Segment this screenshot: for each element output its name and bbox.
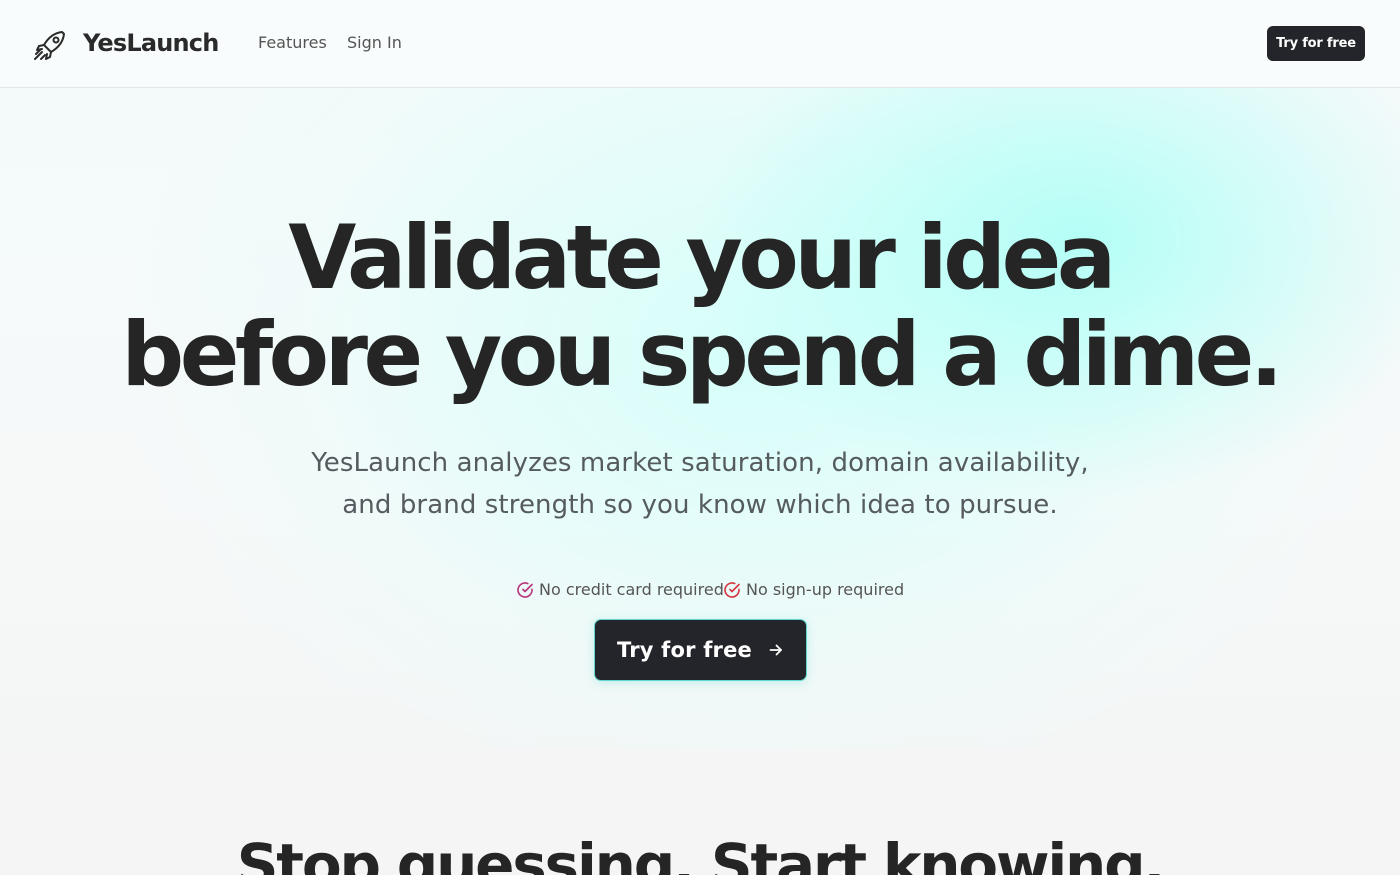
features-intro-section: Stop guessing. Start knowing. — [0, 750, 1400, 875]
hero-try-free-button[interactable]: Try for free — [595, 620, 806, 680]
hero-subtitle-line1: YesLaunch analyzes market saturation, do… — [311, 448, 1089, 478]
site-header: YesLaunch Features Sign In Try for free — [0, 0, 1400, 88]
perks-list: No credit card required No sign-up requi… — [0, 580, 1400, 600]
section-heading: Stop guessing. Start knowing. — [236, 831, 1166, 875]
nav-features-link[interactable]: Features — [258, 32, 327, 54]
perk-label: No sign-up required — [746, 580, 905, 599]
hero-headline-line2: before you spend a dime. — [121, 303, 1283, 406]
rocket-icon[interactable] — [32, 28, 68, 64]
header-try-free-button[interactable]: Try for free — [1267, 26, 1365, 61]
arrow-right-icon — [769, 644, 782, 656]
perk-no-signup: No sign-up required — [723, 580, 904, 600]
hero-section: Validate your idea before you spend a di… — [0, 88, 1400, 750]
nav-signin-link[interactable]: Sign In — [347, 32, 402, 54]
perk-label: No credit card required — [539, 580, 724, 599]
hero-cta-label: Try for free — [617, 638, 752, 662]
check-circle-icon — [517, 582, 533, 598]
hero-subtitle-line2: and brand strength so you know which ide… — [342, 490, 1058, 520]
brand-name[interactable]: YesLaunch — [83, 27, 219, 59]
check-circle-icon — [724, 582, 740, 598]
hero-headline-line1: Validate your idea — [288, 206, 1116, 309]
perk-no-credit-card: No credit card required — [516, 580, 724, 600]
